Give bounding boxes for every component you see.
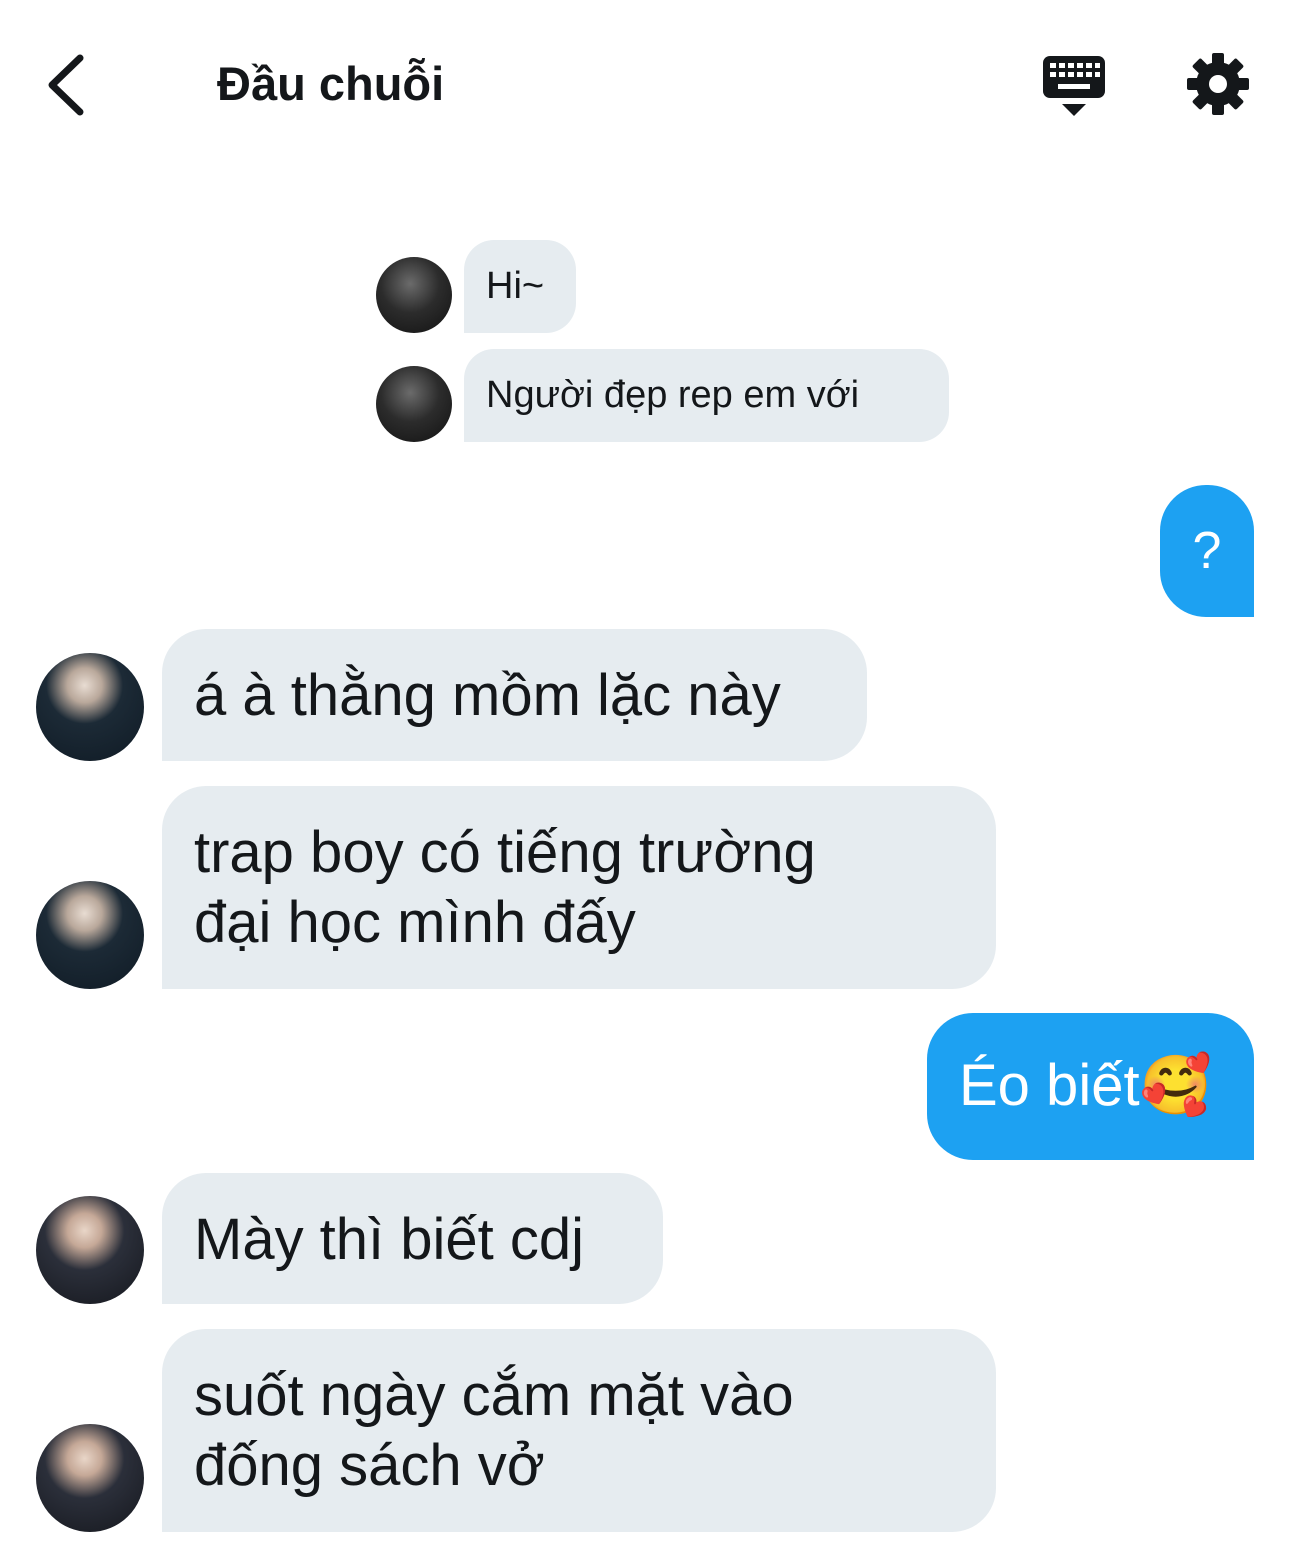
avatar[interactable] [36, 881, 144, 989]
message-bubble-received: trap boy có tiếng trường đại học mình đấ… [162, 786, 996, 989]
message-text: Éo biết🥰 [959, 1053, 1212, 1118]
keyboard-icon [1043, 56, 1105, 116]
message-text: ? [1192, 522, 1222, 580]
message-bubble-sent: Éo biết🥰 [927, 1013, 1254, 1160]
message-text: suốt ngày cắm mặt vào đống sách vở [194, 1363, 794, 1498]
avatar[interactable] [376, 257, 452, 333]
chevron-left-icon [48, 54, 84, 116]
conversation-header: Đầu chuỗi [0, 0, 1290, 170]
message-bubble-received: Hi~ [464, 240, 576, 333]
message-text: Mày thì biết cdj [194, 1207, 585, 1272]
keyboard-button[interactable] [1040, 52, 1108, 120]
dm-conversation-screen: Đầu chuỗi Hi~ Người đẹp rep em với ? á à… [0, 0, 1290, 1543]
message-bubble-received: á à thằng mồm lặc này [162, 629, 867, 761]
avatar[interactable] [36, 1424, 144, 1532]
message-text: Người đẹp rep em với [486, 374, 860, 416]
message-bubble-received: Mày thì biết cdj [162, 1173, 663, 1304]
avatar[interactable] [36, 653, 144, 761]
message-text: trap boy có tiếng trường đại học mình đấ… [194, 820, 816, 955]
message-bubble-received: Người đẹp rep em với [464, 349, 949, 442]
gear-icon [1187, 53, 1249, 115]
message-bubble-received: suốt ngày cắm mặt vào đống sách vở [162, 1329, 996, 1532]
avatar[interactable] [376, 366, 452, 442]
message-bubble-sent: ? [1160, 485, 1254, 617]
message-text: á à thằng mồm lặc này [194, 663, 781, 728]
avatar[interactable] [36, 1196, 144, 1304]
settings-button[interactable] [1186, 52, 1250, 116]
back-button[interactable] [40, 50, 100, 120]
conversation-title: Đầu chuỗi [217, 57, 445, 110]
message-text: Hi~ [486, 265, 545, 307]
